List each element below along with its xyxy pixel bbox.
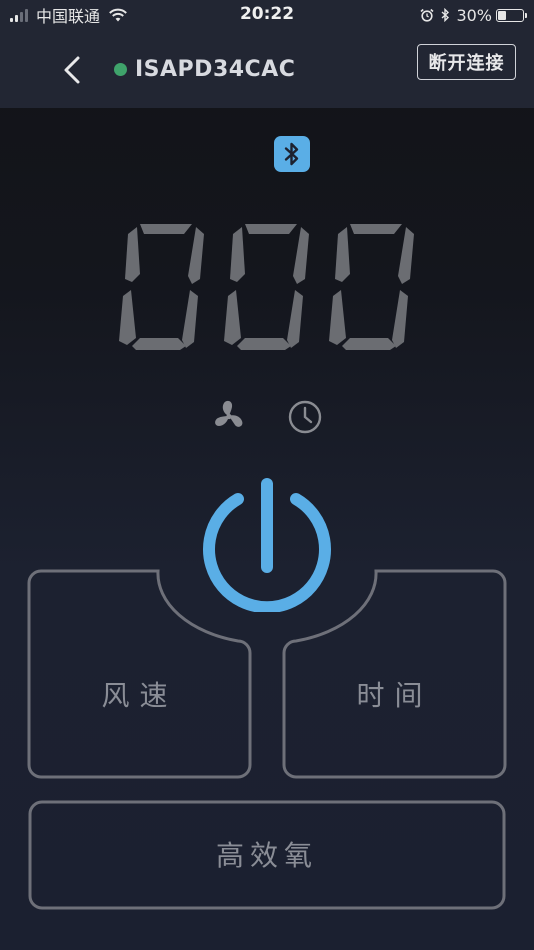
chevron-left-icon xyxy=(64,56,80,84)
fan-icon xyxy=(215,400,243,427)
speed-button[interactable] xyxy=(29,650,250,777)
seven-segment-display: 000 xyxy=(110,222,414,350)
oxygen-button[interactable] xyxy=(30,802,504,908)
display-value: 000 xyxy=(110,222,112,223)
time-button[interactable] xyxy=(284,650,505,777)
power-icon xyxy=(203,478,331,612)
connection-status-dot xyxy=(114,62,127,76)
status-bar: 中国联通 20:22 30% xyxy=(0,0,534,30)
device-indicator: ISAPD34CAC xyxy=(114,54,295,84)
device-name: ISAPD34CAC xyxy=(135,56,296,82)
control-panel: 风速 时间 高效氧 xyxy=(0,470,534,920)
back-button[interactable] xyxy=(54,52,90,88)
battery-percent: 30% xyxy=(456,5,492,25)
power-button[interactable] xyxy=(198,474,336,612)
bluetooth-icon xyxy=(274,136,310,172)
alarm-icon xyxy=(420,8,434,22)
bluetooth-status-icon xyxy=(441,8,450,22)
disconnect-button[interactable]: 断开连接 xyxy=(417,44,516,80)
mode-indicators xyxy=(0,396,534,438)
battery-icon xyxy=(496,8,527,22)
clock-icon xyxy=(288,400,322,434)
nav-bar: ISAPD34CAC 断开连接 xyxy=(0,30,534,108)
